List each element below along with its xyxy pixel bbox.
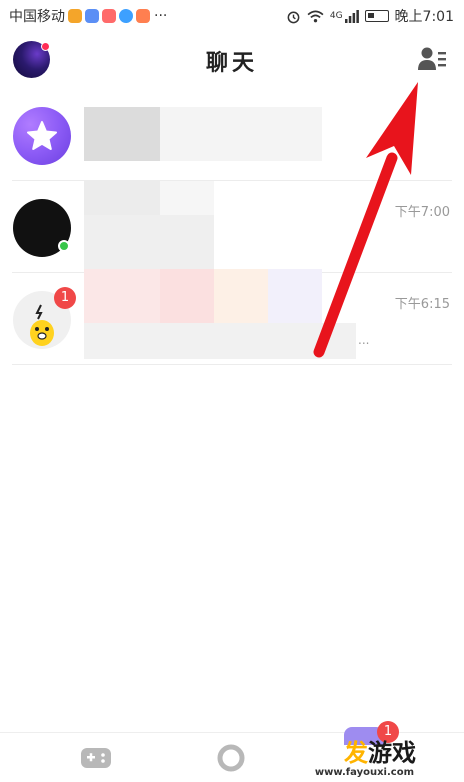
blurred-content — [84, 181, 160, 215]
signal-icon — [344, 9, 359, 23]
blurred-content — [84, 107, 160, 161]
wifi-icon — [307, 10, 324, 22]
chat-item[interactable] — [0, 89, 464, 181]
notification-app-icon — [102, 9, 116, 23]
blurred-content — [160, 269, 214, 323]
header: 聊天 — [0, 32, 464, 88]
chat-item[interactable]: 1 ... 下午6:15 — [0, 269, 464, 365]
carrier-label: 中国移动 — [9, 9, 65, 25]
status-right: 4G 晚上7:01 — [286, 6, 454, 26]
status-time: 晚上7:01 — [394, 9, 454, 25]
status-bar: 中国移动 ··· 4G 晚上7:01 — [0, 0, 464, 32]
blurred-content — [84, 269, 160, 323]
chat-time: 下午6:15 — [394, 297, 450, 312]
game-controller-icon[interactable] — [79, 743, 113, 773]
status-left: 中国移动 ··· — [9, 6, 167, 26]
more-notifications: ··· — [154, 8, 168, 24]
blurred-content — [84, 323, 356, 359]
online-status-dot — [58, 240, 70, 252]
watermark-logo: 发游戏 — [344, 739, 416, 767]
battery-icon — [364, 10, 389, 22]
preview-ellipsis: ... — [358, 333, 370, 347]
notification-app-icon — [85, 9, 99, 23]
divider — [12, 364, 452, 365]
avatar — [13, 107, 71, 165]
network-type: 4G — [329, 11, 343, 21]
blurred-content — [84, 215, 214, 269]
alarm-icon — [287, 11, 300, 23]
notification-app-icon — [119, 9, 133, 23]
blurred-content — [160, 181, 214, 215]
chat-item[interactable]: 下午7:00 — [0, 181, 464, 273]
blurred-content — [214, 269, 268, 323]
contacts-icon[interactable] — [417, 46, 447, 72]
notification-app-icon — [68, 9, 82, 23]
notification-app-icon — [136, 9, 150, 23]
watermark-url: www.fayouxi.com — [314, 767, 414, 778]
chat-time: 下午7:00 — [394, 205, 450, 220]
unread-badge: 1 — [54, 287, 76, 309]
page-title: 聊天 — [205, 51, 258, 76]
bottom-nav: 1 发游戏 www.fayouxi.com — [0, 721, 464, 782]
blurred-content — [160, 107, 322, 161]
star-icon — [27, 121, 57, 150]
circle-icon[interactable] — [214, 743, 248, 773]
blurred-content — [268, 269, 322, 323]
